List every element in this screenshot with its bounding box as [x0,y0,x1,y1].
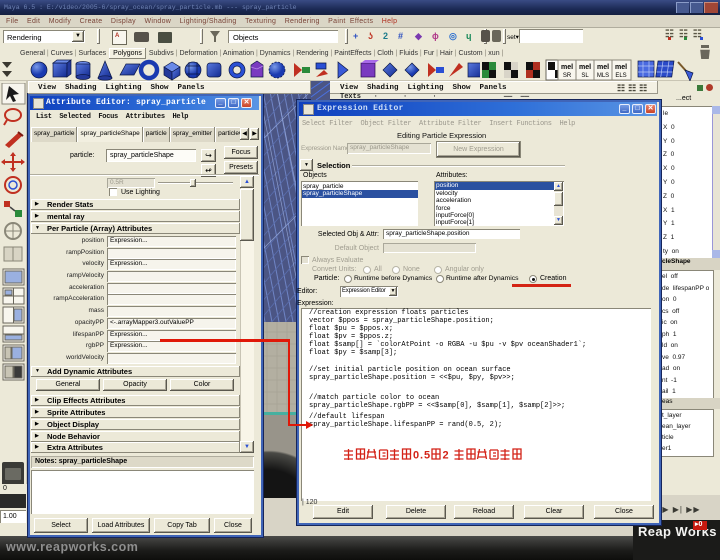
svg-text:.: . [420,450,423,462]
svg-text:0: 0 [413,450,419,462]
svg-text:mel: mel [579,64,591,71]
svg-text:SL: SL [581,73,589,79]
svg-text:5: 5 [424,450,430,462]
svg-text:2: 2 [443,450,449,462]
svg-text:mel: mel [561,64,573,71]
svg-text:mel: mel [597,64,609,71]
svg-text:ELS: ELS [615,73,626,79]
svg-text:mel: mel [615,64,627,71]
svg-text:SR: SR [563,73,572,79]
svg-text:MLS: MLS [597,73,609,79]
